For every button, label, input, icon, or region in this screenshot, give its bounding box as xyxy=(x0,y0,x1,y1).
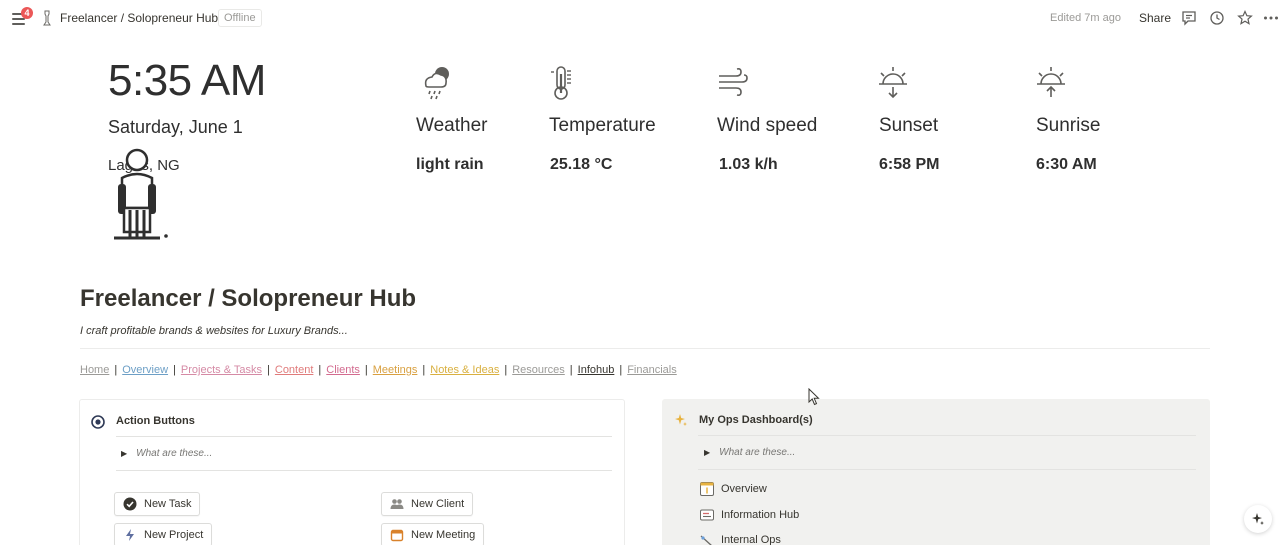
nav-separator: | xyxy=(364,364,368,376)
people-icon xyxy=(390,499,404,509)
nav-link-home[interactable]: Home xyxy=(80,364,109,376)
temperature-item xyxy=(548,64,582,102)
clock-time: 5:35 AM xyxy=(108,56,266,105)
action-buttons-title: Action Buttons xyxy=(116,415,195,427)
card-divider xyxy=(698,469,1196,470)
temperature-label: Temperature xyxy=(549,115,656,136)
clock-date: Saturday, June 1 xyxy=(108,117,243,137)
wind-icon xyxy=(719,68,748,96)
dashboard-icon xyxy=(700,482,714,496)
page-title: Freelancer / Solopreneur Hub xyxy=(80,285,417,312)
header-divider xyxy=(80,348,1210,349)
page-subtitle: I craft profitable brands & websites for… xyxy=(80,325,348,337)
nav-separator: | xyxy=(422,364,426,376)
sunset-icon xyxy=(879,67,907,99)
page-nav-links: Home | Overview | Projects & Tasks | Content | C… xyxy=(80,364,677,376)
nav-separator: | xyxy=(173,364,176,376)
nav-separator: | xyxy=(619,364,623,376)
sunrise-item xyxy=(1034,64,1068,102)
nav-link-content[interactable]: Content xyxy=(275,364,314,376)
sparkles-icon xyxy=(675,414,687,426)
nav-separator: | xyxy=(114,364,118,376)
star-icon[interactable] xyxy=(1236,9,1254,27)
sidebar-menu-button[interactable]: 4 xyxy=(10,7,33,27)
sparkle-icon xyxy=(1252,513,1264,525)
nav-link-resources[interactable]: Resources xyxy=(512,364,565,376)
sunset-label: Sunset xyxy=(879,115,939,136)
person-figure-icon xyxy=(114,148,168,240)
breadcrumb[interactable]: Freelancer / Solopreneur Hub xyxy=(60,11,218,25)
sunset-item xyxy=(876,64,910,102)
sunset-value: 6:58 PM xyxy=(879,156,940,173)
card-divider xyxy=(698,435,1196,436)
calendar-icon xyxy=(390,529,404,542)
weather-item xyxy=(420,64,454,102)
wind-label: Wind speed xyxy=(717,115,818,136)
new-task-button[interactable]: New Task xyxy=(114,492,201,516)
mouse-cursor-icon xyxy=(808,388,820,406)
lightning-icon xyxy=(126,529,134,541)
page-icon xyxy=(43,10,51,26)
nav-separator: | xyxy=(318,364,322,376)
nav-link-infohub[interactable]: Infohub xyxy=(578,364,615,376)
nav-separator: | xyxy=(569,364,573,376)
sunrise-label: Sunrise xyxy=(1036,115,1101,136)
nav-link-financials[interactable]: Financials xyxy=(627,364,677,376)
share-button[interactable]: Share xyxy=(1139,11,1171,25)
history-icon[interactable] xyxy=(1208,9,1226,27)
hub-icon xyxy=(700,509,714,521)
notification-badge: 4 xyxy=(21,7,33,19)
ops-dashboard-card: My Ops Dashboard(s) ▶ What are these... O… xyxy=(662,399,1210,545)
comment-icon[interactable] xyxy=(1180,9,1198,27)
wind-value: 1.03 k/h xyxy=(719,156,778,173)
nav-link-meetings[interactable]: Meetings xyxy=(373,364,418,376)
card-divider xyxy=(116,436,612,437)
ops-dashboard-title: My Ops Dashboard(s) xyxy=(699,414,813,426)
nav-link-notes-ideas[interactable]: Notes & Ideas xyxy=(430,364,499,376)
nav-separator: | xyxy=(267,364,270,376)
ai-assistant-button[interactable] xyxy=(1244,505,1272,533)
new-client-button[interactable]: New Client xyxy=(381,492,474,516)
target-icon xyxy=(91,415,105,429)
action-buttons-card: Action Buttons ▶ What are these... New Ta… xyxy=(79,399,625,545)
new-project-button[interactable]: New Project xyxy=(114,523,213,545)
nav-link-overview[interactable]: Overview xyxy=(122,364,168,376)
top-bar: 4 Freelancer / Solopreneur Hub Offline E… xyxy=(0,0,1280,36)
sunrise-value: 6:30 AM xyxy=(1036,156,1097,173)
internal-ops-link[interactable]: Internal Ops xyxy=(699,532,781,545)
more-options-icon[interactable] xyxy=(1262,9,1280,27)
what-are-these-toggle[interactable]: ▶ What are these... xyxy=(704,447,795,458)
nav-link-projects-tasks[interactable]: Projects & Tasks xyxy=(181,364,262,376)
edited-timestamp: Edited 7m ago xyxy=(1050,12,1121,24)
check-circle-icon xyxy=(123,497,137,511)
ops-icon xyxy=(700,535,712,545)
overview-link[interactable]: Overview xyxy=(699,481,767,497)
offline-badge: Offline xyxy=(218,9,262,27)
new-meeting-button[interactable]: New Meeting xyxy=(381,523,485,545)
weather-value: light rain xyxy=(416,156,484,173)
weather-label: Weather xyxy=(416,115,488,136)
temperature-value: 25.18 °C xyxy=(550,156,613,173)
what-are-these-toggle[interactable]: ▶ What are these... xyxy=(121,448,212,459)
card-divider xyxy=(116,470,612,471)
cloud-rain-icon xyxy=(424,67,449,100)
nav-link-clients[interactable]: Clients xyxy=(326,364,360,376)
thermometer-icon xyxy=(551,66,571,100)
sunrise-icon xyxy=(1037,67,1065,97)
information-hub-link[interactable]: Information Hub xyxy=(699,507,799,523)
nav-separator: | xyxy=(504,364,508,376)
wind-item xyxy=(716,64,750,102)
